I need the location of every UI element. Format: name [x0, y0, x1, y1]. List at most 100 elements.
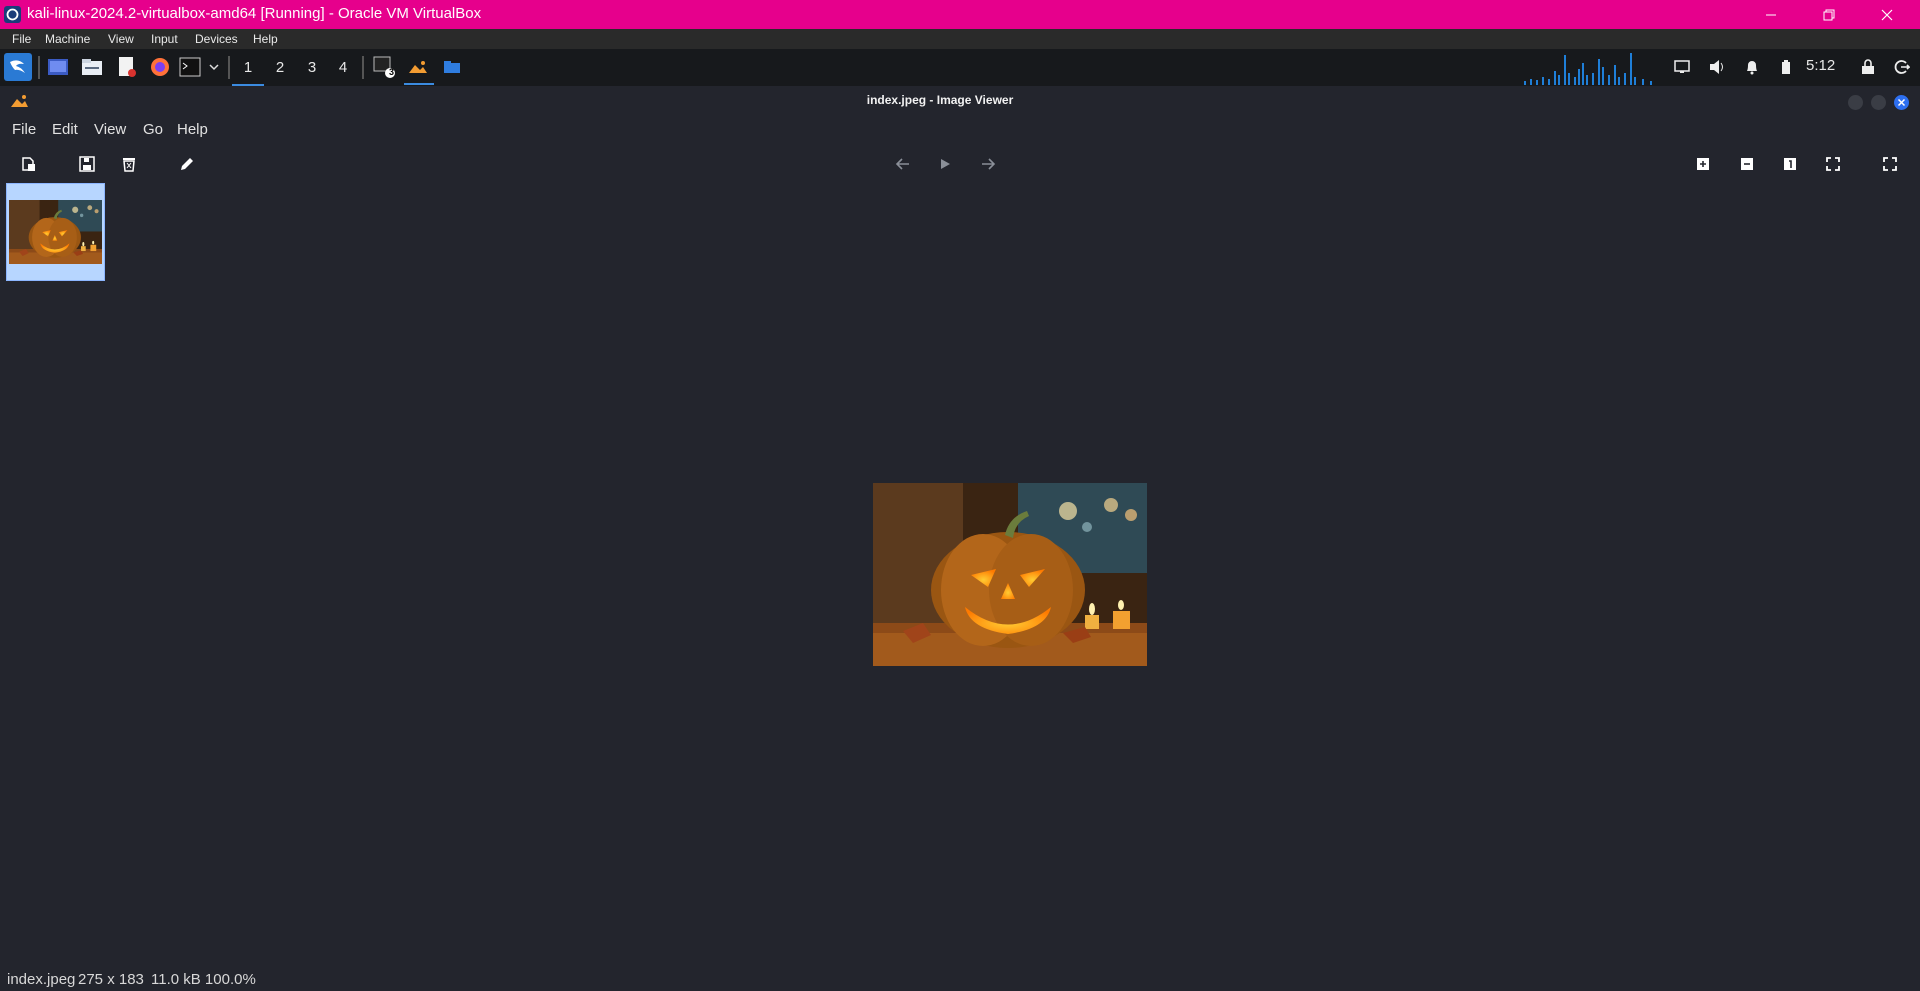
restore-button[interactable] — [1806, 0, 1852, 29]
restore-icon — [1823, 9, 1835, 20]
zoom-out-button[interactable] — [1736, 153, 1758, 175]
battery-button[interactable] — [1774, 55, 1798, 79]
edit-button[interactable] — [176, 153, 198, 175]
text-editor-icon — [119, 57, 136, 77]
host-menu-file[interactable]: File — [12, 32, 31, 46]
next-image-button[interactable] — [977, 153, 999, 175]
main-image-pumpkin — [873, 483, 1147, 666]
panel-separator — [362, 56, 364, 79]
image-viewer-icon — [409, 61, 427, 73]
viewer-menu-go[interactable]: Go — [143, 121, 163, 138]
host-menu-help[interactable]: Help — [253, 32, 278, 46]
status-filename: index.jpeg — [7, 971, 76, 988]
terminal-launcher[interactable] — [178, 55, 202, 79]
save-as-button[interactable] — [76, 153, 98, 175]
text-editor-launcher[interactable] — [115, 55, 139, 79]
host-window-title: kali-linux-2024.2-virtualbox-amd64 [Runn… — [27, 5, 482, 22]
host-menu-devices[interactable]: Devices — [195, 32, 238, 46]
close-window-button[interactable] — [1864, 0, 1910, 29]
taskbar-terminal-group[interactable]: 3 — [372, 55, 396, 79]
file-manager-launcher[interactable] — [80, 55, 104, 79]
fullscreen-icon — [1883, 157, 1897, 171]
launcher-dropdown[interactable] — [204, 55, 224, 79]
workspace-3[interactable]: 3 — [300, 57, 324, 79]
zoom-in-icon — [1697, 158, 1709, 170]
wm-minimize-button[interactable] — [1848, 95, 1863, 110]
status-dimensions: 275 x 183 — [78, 971, 144, 988]
active-task-indicator — [404, 83, 434, 85]
cpu-graph — [1524, 53, 1652, 85]
viewer-window-title: index.jpeg - Image Viewer — [866, 93, 1014, 107]
zoom-fit-icon — [1826, 157, 1840, 171]
play-icon — [941, 159, 950, 169]
desktop-icon — [48, 59, 68, 75]
volume-button[interactable] — [1705, 55, 1729, 79]
close-icon — [1897, 98, 1906, 107]
taskbar-folder[interactable] — [440, 55, 464, 79]
minimize-icon — [1766, 14, 1776, 15]
close-icon — [1881, 9, 1893, 20]
trash-icon — [123, 158, 135, 172]
show-desktop-launcher[interactable] — [46, 55, 70, 79]
arrow-right-icon — [982, 158, 996, 170]
terminal-count-badge: 3 — [389, 67, 395, 77]
pencil-icon — [181, 158, 193, 170]
lock-screen-button[interactable] — [1856, 55, 1880, 79]
battery-icon — [1782, 60, 1790, 74]
zoom-out-icon — [1741, 158, 1753, 170]
viewer-menubar: File Edit View Go Help — [0, 116, 1920, 144]
clock[interactable]: 5:12 — [1806, 57, 1835, 74]
zoom-in-button[interactable] — [1692, 153, 1714, 175]
terminal-icon — [179, 57, 201, 77]
previous-image-button[interactable] — [892, 153, 914, 175]
volume-icon — [1710, 60, 1723, 74]
open-button[interactable] — [18, 153, 40, 175]
workspace-4[interactable]: 4 — [331, 57, 355, 79]
folder-icon — [82, 59, 102, 75]
thumbnail-item-selected[interactable] — [6, 183, 105, 281]
wm-maximize-button[interactable] — [1871, 95, 1886, 110]
status-size-zoom: 11.0 kB 100.0% — [151, 971, 256, 988]
viewer-menu-edit[interactable]: Edit — [52, 121, 78, 138]
thumbnail-image — [9, 200, 102, 264]
bell-icon — [1747, 61, 1757, 75]
normal-size-button[interactable] — [1779, 153, 1801, 175]
slideshow-button[interactable] — [934, 153, 956, 175]
logout-button[interactable] — [1890, 55, 1914, 79]
viewer-title-bar: index.jpeg - Image Viewer — [0, 86, 1920, 116]
host-menubar: File Machine View Input Devices Help — [0, 29, 1920, 49]
viewer-menu-view[interactable]: View — [94, 121, 126, 138]
notifications-button[interactable] — [1740, 55, 1764, 79]
workspace-2[interactable]: 2 — [268, 57, 292, 79]
blue-folder-icon — [444, 61, 460, 73]
host-menu-machine[interactable]: Machine — [45, 32, 90, 46]
workspace-1[interactable]: 1 — [232, 57, 264, 86]
kali-panel: 1 2 3 4 3 5:12 — [0, 49, 1920, 86]
kali-dragon-icon — [10, 60, 25, 73]
zoom-100-icon — [1784, 158, 1796, 170]
open-file-icon — [22, 157, 35, 171]
viewer-menu-help[interactable]: Help — [177, 121, 208, 138]
host-menu-input[interactable]: Input — [151, 32, 178, 46]
save-icon — [79, 156, 95, 172]
zoom-fit-button[interactable] — [1822, 153, 1844, 175]
fullscreen-button[interactable] — [1879, 153, 1901, 175]
wm-close-button[interactable] — [1894, 95, 1909, 110]
firefox-launcher[interactable] — [148, 55, 172, 79]
lock-icon — [1862, 59, 1874, 74]
host-menu-view[interactable]: View — [108, 32, 134, 46]
logout-icon — [1894, 60, 1910, 74]
minimize-button[interactable] — [1748, 0, 1794, 29]
viewer-menu-file[interactable]: File — [12, 121, 36, 138]
kali-menu-button[interactable] — [4, 53, 32, 81]
status-bar: index.jpeg 275 x 183 11.0 kB 100.0% — [0, 968, 1920, 991]
panel-separator — [38, 56, 40, 79]
network-icon-button[interactable] — [1670, 55, 1694, 79]
firefox-icon — [151, 58, 169, 76]
host-title-bar: kali-linux-2024.2-virtualbox-amd64 [Runn… — [0, 0, 1920, 29]
taskbar-image-viewer[interactable] — [406, 55, 430, 79]
delete-button[interactable] — [118, 153, 140, 175]
network-icon — [1674, 60, 1690, 73]
viewer-toolbar — [0, 144, 1920, 182]
virtualbox-icon — [4, 6, 21, 23]
